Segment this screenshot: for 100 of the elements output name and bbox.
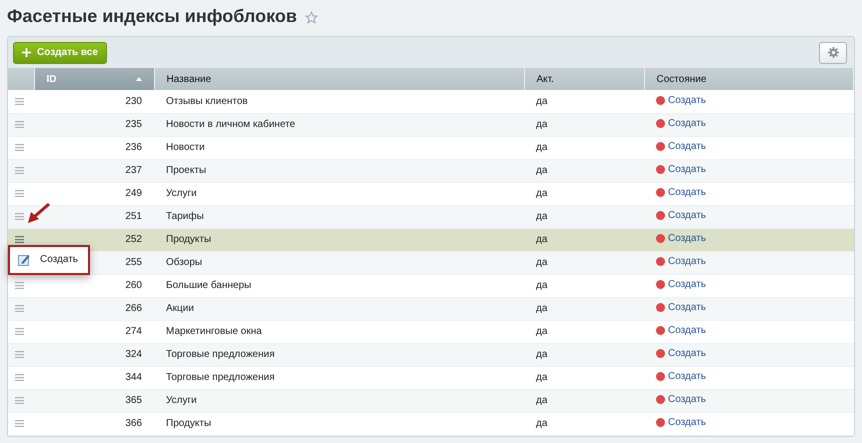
table-cell: да (524, 343, 644, 366)
table-cell: Отзывы клиентов (154, 90, 524, 113)
column-header[interactable]: Состояние (644, 68, 854, 90)
status-link[interactable]: Создать (656, 323, 706, 338)
table-row[interactable]: 274 Маркетинговые окна да Создать (8, 320, 854, 343)
status-dot-icon (656, 280, 665, 289)
table-row[interactable]: 237 Проекты да Создать (8, 159, 854, 182)
status-link[interactable]: Создать (656, 415, 706, 430)
table-cell: да (524, 297, 644, 320)
table-row[interactable]: 249 Услуги да Создать (8, 182, 854, 205)
menu-icon[interactable] (15, 190, 24, 197)
status-dot-icon (656, 234, 665, 243)
table-row[interactable]: 236 Новости да Создать (8, 136, 854, 159)
table-cell: Торговые предложения (154, 343, 524, 366)
status-link[interactable]: Создать (656, 231, 706, 246)
table-cell: Маркетинговые окна (154, 320, 524, 343)
table-cell: Проекты (154, 159, 524, 182)
status-dot-icon (656, 395, 665, 404)
edit-icon (18, 254, 30, 266)
status-dot-icon (656, 96, 665, 105)
table-cell: Услуги (154, 389, 524, 412)
status-dot-icon (656, 372, 665, 381)
status-dot-icon (656, 188, 665, 197)
table-cell: Услуги (154, 182, 524, 205)
status-link[interactable]: Создать (656, 116, 706, 131)
column-header[interactable]: Название (154, 68, 524, 90)
table-cell: да (524, 159, 644, 182)
status-dot-icon (656, 326, 665, 335)
status-link[interactable]: Создать (656, 208, 706, 223)
table-row[interactable]: 366 Продукты да Создать (8, 412, 854, 435)
menu-icon[interactable] (15, 396, 24, 404)
table-cell: да (524, 113, 644, 136)
table-cell: да (524, 251, 644, 274)
menu-icon[interactable] (15, 282, 24, 289)
table-cell: да (524, 90, 644, 113)
table-cell: 344 (34, 366, 154, 389)
table-row[interactable]: 260 Большие баннеры да Создать (8, 274, 854, 297)
menu-icon[interactable] (15, 120, 24, 128)
status-link[interactable]: Создать (656, 300, 706, 315)
table-cell: 260 (34, 274, 154, 297)
table-cell: Новости (154, 136, 524, 159)
table-cell: 324 (34, 343, 154, 366)
star-icon[interactable] (304, 10, 318, 24)
table-cell: Продукты (154, 412, 524, 435)
status-link[interactable]: Создать (656, 369, 706, 384)
menu-item[interactable]: Создать (40, 252, 78, 267)
status-link[interactable]: Создать (656, 185, 706, 200)
menu-icon[interactable] (15, 144, 24, 151)
table-cell: да (524, 136, 644, 159)
menu-icon[interactable] (15, 328, 24, 335)
menu-icon[interactable] (15, 420, 24, 427)
table-cell: да (524, 182, 644, 205)
table-cell: Продукты (154, 228, 524, 251)
status-link[interactable]: Создать (656, 139, 706, 154)
table-row[interactable]: 344 Торговые предложения да Создать (8, 366, 854, 389)
status-link[interactable]: Создать (656, 92, 706, 108)
table-row[interactable]: 324 Торговые предложения да Создать (8, 343, 854, 366)
annotation-arrow (26, 202, 50, 224)
status-dot-icon (656, 119, 665, 128)
table-cell: Новости в личном кабинете (154, 113, 524, 136)
menu-icon[interactable] (15, 236, 24, 243)
table-cell: Большие баннеры (154, 274, 524, 297)
status-dot-icon (656, 165, 665, 174)
table-cell: да (524, 320, 644, 343)
table-row[interactable]: 251 Тарифы да Создать (8, 205, 854, 228)
table-cell: 274 (34, 320, 154, 343)
status-dot-icon (656, 349, 665, 358)
status-link[interactable]: Создать (656, 162, 706, 177)
table-cell: да (524, 228, 644, 251)
status-link[interactable]: Создать (656, 254, 706, 269)
table-cell: 266 (34, 297, 154, 320)
status-link[interactable]: Создать (656, 392, 706, 407)
table-cell: да (524, 274, 644, 297)
table-cell: 230 (34, 90, 154, 113)
menu-icon[interactable] (15, 98, 24, 105)
status-dot-icon (656, 418, 665, 427)
table-cell: да (524, 412, 644, 435)
table-cell: да (524, 366, 644, 389)
column-header[interactable]: Акт. (524, 68, 644, 90)
menu-icon[interactable] (15, 212, 24, 220)
page-title: Фасетные индексы инфоблоков (7, 6, 297, 28)
sort-arrow-icon (136, 77, 142, 81)
table-cell: Акции (154, 297, 524, 320)
status-dot-icon (656, 142, 665, 151)
menu-icon[interactable] (15, 350, 24, 358)
table-row[interactable]: 266 Акции да Создать (8, 297, 854, 320)
status-dot-icon (656, 303, 665, 312)
status-link[interactable]: Создать (656, 346, 706, 361)
table-cell: 249 (34, 182, 154, 205)
table-row[interactable]: 230 Отзывы клиентов да Создать (8, 90, 854, 113)
table-cell: 365 (34, 389, 154, 412)
plus-icon (22, 48, 31, 57)
menu-icon[interactable] (15, 374, 24, 381)
table-row[interactable]: 365 Услуги да Создать (8, 389, 854, 412)
menu-icon[interactable] (15, 166, 24, 174)
menu-icon[interactable] (15, 304, 24, 312)
settings-button[interactable] (819, 42, 847, 64)
status-link[interactable]: Создать (656, 277, 706, 292)
table-row[interactable]: 235 Новости в личном кабинете да Создать (8, 113, 854, 136)
gear-icon (828, 47, 838, 58)
